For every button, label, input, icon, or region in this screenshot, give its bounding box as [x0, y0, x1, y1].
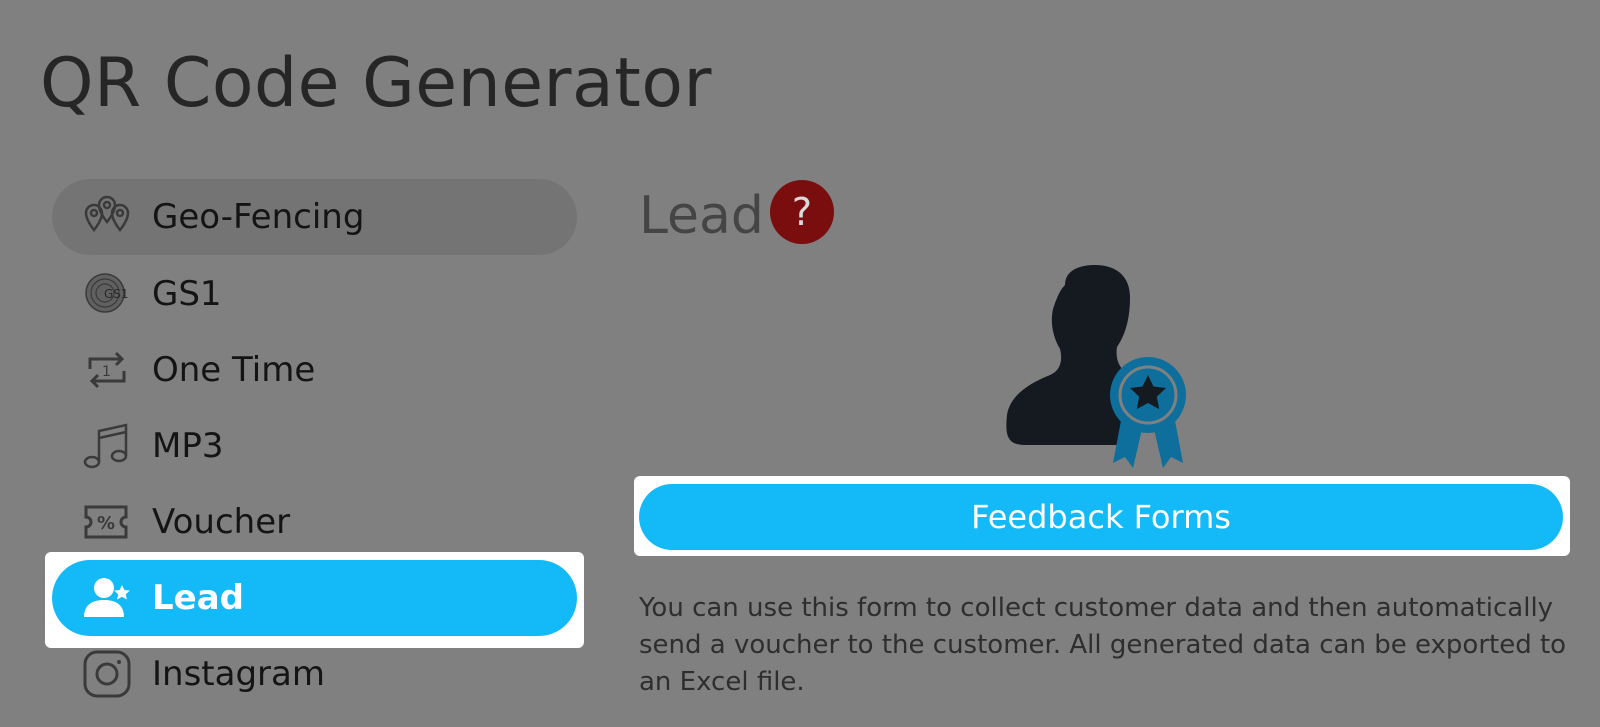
- question-mark-icon: ?: [791, 190, 813, 234]
- sidebar-item-gs1[interactable]: GS1 GS1: [52, 256, 577, 332]
- sidebar-item-label: MP3: [152, 426, 224, 466]
- help-button[interactable]: ?: [770, 180, 834, 244]
- sidebar-item-lead[interactable]: Lead: [52, 560, 577, 636]
- sidebar-item-label: Instagram: [152, 654, 325, 694]
- sidebar-item-voucher[interactable]: % Voucher: [52, 484, 577, 560]
- user-star-icon: [82, 573, 132, 623]
- description-text: You can use this form to collect custome…: [639, 593, 1567, 697]
- sidebar-item-mp3[interactable]: MP3: [52, 408, 577, 484]
- music-note-icon: [82, 421, 132, 471]
- gs1-icon: GS1: [82, 269, 132, 319]
- sidebar-item-label: Geo-Fencing: [152, 197, 365, 237]
- svg-text:1: 1: [102, 364, 111, 380]
- sidebar-item-instagram[interactable]: Instagram: [52, 636, 577, 712]
- sidebar-item-one-time[interactable]: 1 One Time: [52, 332, 577, 408]
- svg-text:%: %: [97, 513, 115, 534]
- section-heading: Lead: [639, 186, 764, 246]
- voucher-icon: %: [82, 497, 132, 547]
- sidebar-item-label: Lead: [152, 578, 245, 618]
- sidebar-item-label: One Time: [152, 350, 316, 390]
- sidebar-item-label: GS1: [152, 274, 222, 314]
- person-award-icon: [1005, 265, 1205, 475]
- instagram-icon: [82, 649, 132, 699]
- svg-text:GS1: GS1: [104, 287, 129, 301]
- sidebar-item-geo-fencing[interactable]: Geo-Fencing: [52, 179, 577, 255]
- feedback-forms-button[interactable]: Feedback Forms: [639, 484, 1563, 550]
- geo-fencing-icon: [82, 192, 132, 242]
- sidebar-item-label: Voucher: [152, 502, 291, 542]
- repeat-one-icon: 1: [82, 345, 132, 395]
- page-title: QR Code Generator: [40, 44, 712, 123]
